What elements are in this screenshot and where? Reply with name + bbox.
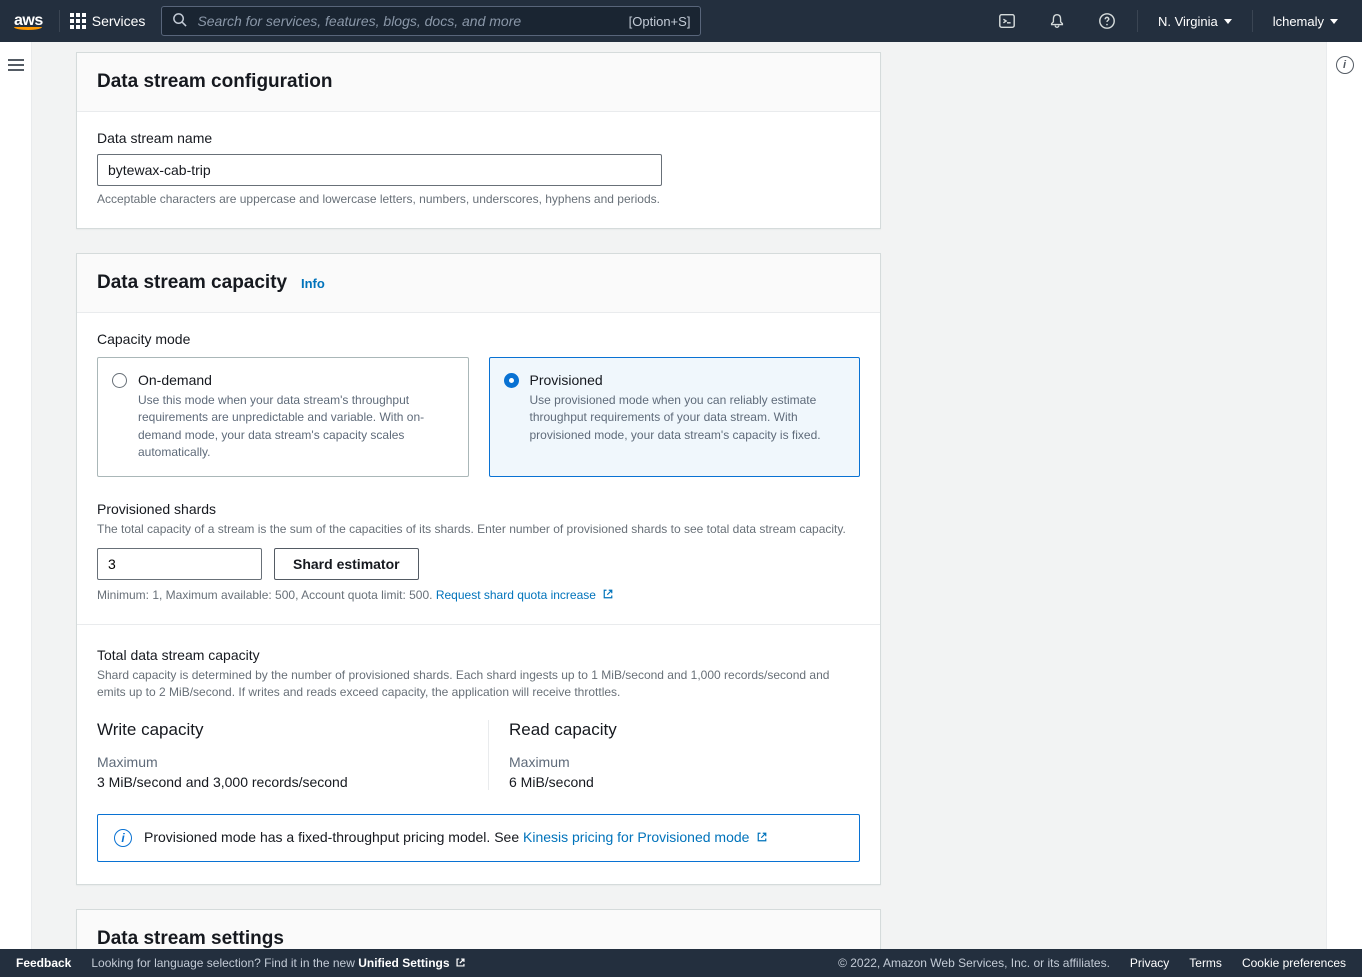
capacity-mode-options: On-demand Use this mode when your data s… — [97, 357, 860, 477]
search-shortcut: [Option+S] — [629, 14, 691, 29]
capacity-option-provisioned[interactable]: Provisioned Use provisioned mode when yo… — [489, 357, 861, 477]
shards-input[interactable] — [97, 548, 262, 580]
region-selector[interactable]: N. Virginia — [1148, 14, 1242, 29]
radio-icon — [112, 373, 127, 388]
info-panel-toggle[interactable]: i — [1336, 56, 1354, 74]
shard-estimator-button[interactable]: Shard estimator — [274, 548, 419, 580]
capacity-header: Data stream capacity — [97, 272, 287, 293]
provisioned-title: Provisioned — [530, 372, 846, 388]
shards-limits: Minimum: 1, Maximum available: 500, Acco… — [97, 588, 860, 602]
top-nav: aws Services [Option+S] N. Virginia lche… — [0, 0, 1362, 42]
shards-label: Provisioned shards — [97, 501, 860, 517]
cloudshell-icon[interactable] — [987, 12, 1027, 30]
copyright-text: © 2022, Amazon Web Services, Inc. or its… — [838, 956, 1110, 970]
unified-settings-link[interactable]: Unified Settings — [358, 956, 466, 970]
account-menu[interactable]: lchemaly — [1263, 14, 1348, 29]
terms-link[interactable]: Terms — [1189, 956, 1222, 970]
panel-capacity: Data stream capacity Info Capacity mode … — [76, 253, 881, 885]
stream-name-input[interactable] — [97, 154, 662, 186]
feedback-link[interactable]: Feedback — [16, 956, 71, 970]
ondemand-desc: Use this mode when your data stream's th… — [138, 392, 454, 462]
quota-increase-link[interactable]: Request shard quota increase — [436, 588, 614, 602]
external-link-icon — [602, 588, 614, 600]
panel-settings: Data stream settings — [76, 909, 881, 949]
footer-bar: Feedback Looking for language selection?… — [0, 949, 1362, 977]
settings-header: Data stream settings — [97, 928, 860, 949]
left-rail — [0, 42, 32, 949]
panel-configuration: Data stream configuration Data stream na… — [76, 52, 881, 229]
cookie-preferences-link[interactable]: Cookie preferences — [1242, 956, 1346, 970]
pricing-link[interactable]: Kinesis pricing for Provisioned mode — [523, 829, 768, 845]
capacity-mode-label: Capacity mode — [97, 331, 860, 347]
read-capacity-sub: Maximum — [509, 754, 860, 770]
services-label: Services — [92, 13, 146, 29]
language-hint: Looking for language selection? Find it … — [91, 956, 466, 970]
global-search[interactable]: [Option+S] — [161, 6, 701, 36]
nav-divider — [1252, 10, 1253, 32]
chevron-down-icon — [1330, 19, 1338, 24]
capacity-info-link[interactable]: Info — [301, 276, 325, 291]
external-link-icon — [756, 831, 768, 843]
search-input[interactable] — [197, 13, 628, 29]
notifications-icon[interactable] — [1037, 12, 1077, 30]
privacy-link[interactable]: Privacy — [1130, 956, 1169, 970]
read-capacity-col: Read capacity Maximum 6 MiB/second — [488, 720, 860, 790]
write-capacity-value: 3 MiB/second and 3,000 records/second — [97, 774, 448, 790]
hamburger-icon[interactable] — [8, 56, 24, 74]
total-capacity-label: Total data stream capacity — [97, 647, 860, 663]
write-capacity-sub: Maximum — [97, 754, 448, 770]
provisioned-desc: Use provisioned mode when you can reliab… — [530, 392, 846, 444]
capacity-columns: Write capacity Maximum 3 MiB/second and … — [97, 720, 860, 790]
stream-name-hint: Acceptable characters are uppercase and … — [97, 192, 860, 206]
divider — [77, 624, 880, 625]
external-link-icon — [455, 957, 466, 968]
pricing-alert: i Provisioned mode has a fixed-throughpu… — [97, 814, 860, 862]
stream-name-label: Data stream name — [97, 130, 860, 146]
search-icon — [172, 12, 187, 30]
chevron-down-icon — [1224, 19, 1232, 24]
aws-logo[interactable]: aws — [14, 12, 43, 30]
write-capacity-heading: Write capacity — [97, 720, 448, 740]
info-icon: i — [114, 829, 132, 847]
main-content: Data stream configuration Data stream na… — [32, 42, 1326, 949]
read-capacity-value: 6 MiB/second — [509, 774, 860, 790]
nav-divider — [1137, 10, 1138, 32]
nav-divider — [59, 10, 60, 32]
services-menu[interactable]: Services — [70, 13, 146, 29]
shards-hint: The total capacity of a stream is the su… — [97, 521, 860, 538]
read-capacity-heading: Read capacity — [509, 720, 860, 740]
help-icon[interactable] — [1087, 12, 1127, 30]
total-capacity-hint: Shard capacity is determined by the numb… — [97, 667, 860, 702]
write-capacity-col: Write capacity Maximum 3 MiB/second and … — [97, 720, 448, 790]
right-rail: i — [1326, 42, 1362, 949]
radio-icon — [504, 373, 519, 388]
grid-icon — [70, 13, 86, 29]
ondemand-title: On-demand — [138, 372, 454, 388]
capacity-option-ondemand[interactable]: On-demand Use this mode when your data s… — [97, 357, 469, 477]
config-header: Data stream configuration — [97, 71, 860, 93]
